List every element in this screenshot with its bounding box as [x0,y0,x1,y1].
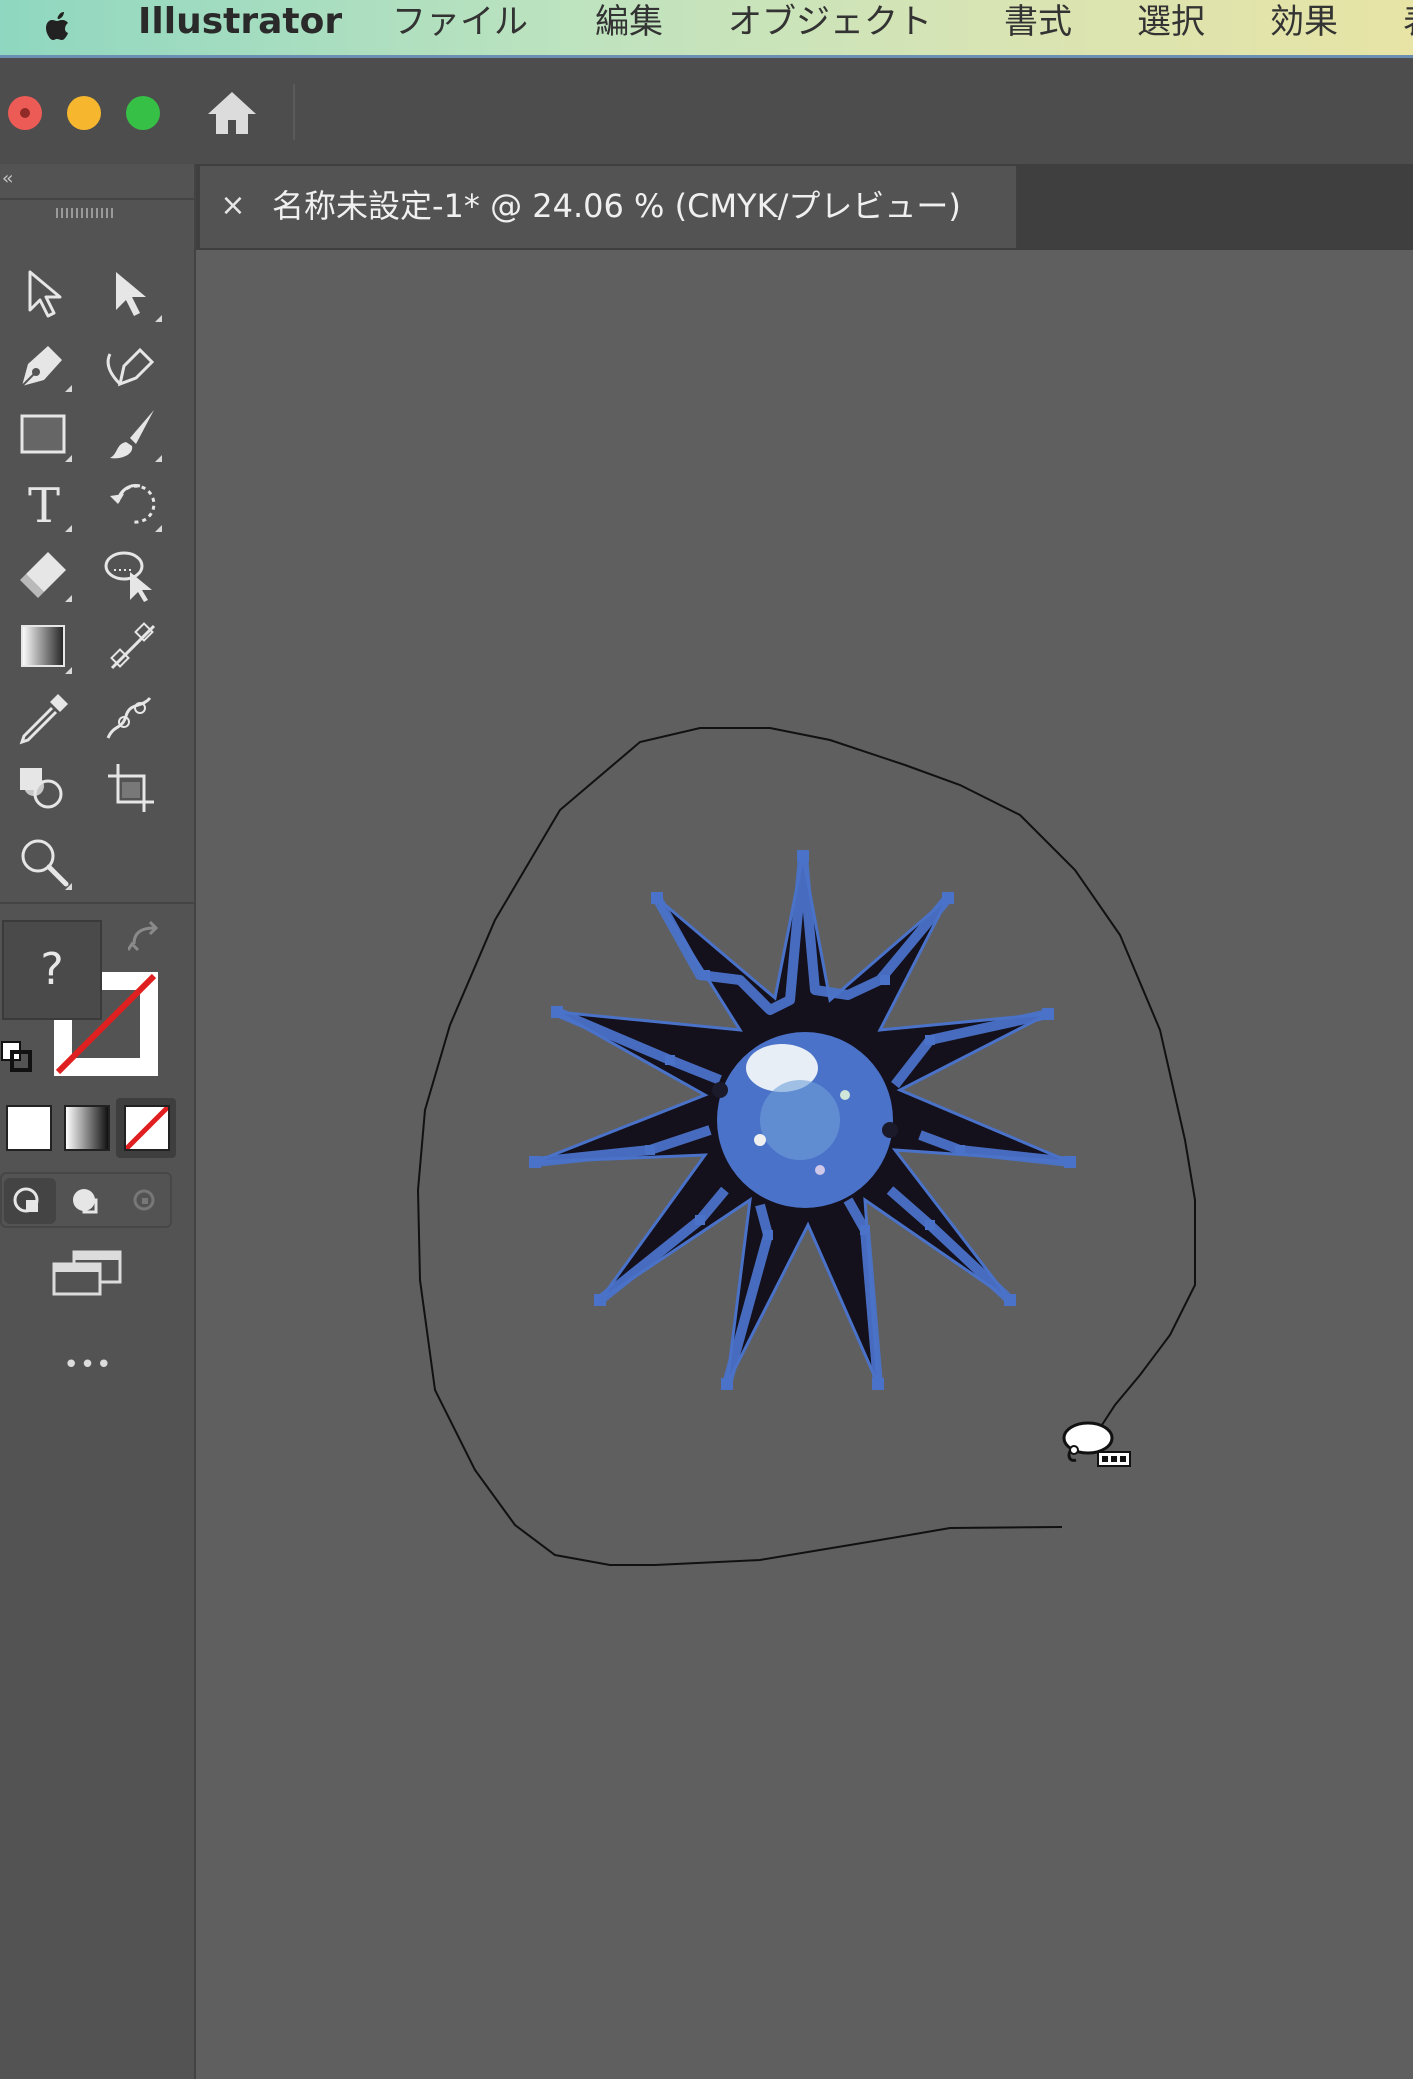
curvature-tool-icon[interactable] [100,334,160,394]
rectangle-tool-icon[interactable] [14,404,74,464]
home-icon[interactable] [204,88,260,138]
draw-behind-button[interactable] [60,1178,112,1224]
menu-edit[interactable]: 編集 [595,0,663,44]
shape-builder-tool-icon[interactable] [14,758,74,818]
swap-arrow-icon[interactable] [128,920,164,956]
rotate-tool-icon[interactable] [104,474,164,534]
app-menu-illustrator[interactable]: Illustrator [138,0,342,44]
color-mode-button[interactable] [6,1105,52,1151]
zoom-tool-icon[interactable] [14,832,74,892]
menu-bar: Illustrator ファイル 編集 オブジェクト 書式 選択 効果 表 [0,0,1413,58]
direct-selection-tool-icon[interactable] [104,264,164,324]
menu-effect[interactable]: 効果 [1270,0,1338,44]
menu-type[interactable]: 書式 [1004,0,1072,44]
minimize-window-button[interactable] [67,96,101,130]
type-tool-icon[interactable]: T [14,474,74,534]
menu-object[interactable]: オブジェクト [728,0,932,44]
close-tab-button[interactable]: × [218,186,248,226]
document-tab-title: 名称未設定-1* @ 24.06 % (CMYK/プレビュー) [272,187,961,225]
fill-swatch[interactable]: ? [2,920,102,1020]
puppet-warp-tool-icon[interactable] [100,688,160,748]
selection-tool-icon[interactable] [14,264,74,324]
eraser-tool-icon[interactable] [14,544,74,604]
blend-tool-icon[interactable] [104,616,164,676]
none-mode-button[interactable] [124,1105,170,1151]
draw-normal-button[interactable] [4,1178,56,1224]
gradient-mode-button[interactable] [64,1105,110,1151]
svg-text:T: T [28,478,60,534]
collapse-panel-icon[interactable]: ‹‹ [2,168,14,189]
menu-view[interactable]: 表 [1403,0,1413,44]
zoom-window-button[interactable] [126,96,160,130]
tools-divider [0,902,194,904]
pen-tool-icon[interactable] [14,334,74,394]
close-window-button[interactable] [8,96,42,130]
star-speck [754,1134,766,1146]
panel-grip-icon[interactable] [56,208,116,218]
eyedropper-tool-icon[interactable] [14,688,74,748]
menu-select[interactable]: 選択 [1137,0,1205,44]
star-speck [882,1122,898,1138]
panel-header-divider [0,198,194,200]
star-speck [815,1165,825,1175]
artboard-tool-icon[interactable] [100,758,160,818]
menu-file[interactable]: ファイル [392,0,528,44]
screen-mode-icon[interactable] [52,1250,124,1298]
draw-inside-button[interactable] [116,1178,168,1224]
apple-menu-icon[interactable] [38,8,78,48]
illustrator-window: Illustrator ファイル 編集 オブジェクト 書式 選択 効果 表 ‹‹ [0,0,1413,2079]
gradient-tool-icon[interactable] [14,616,74,676]
default-fill-stroke-icon[interactable] [0,1040,36,1076]
star-speck [840,1090,850,1100]
title-separator [293,84,295,140]
star-speck [712,1082,728,1098]
lasso-tool-icon[interactable] [100,544,160,604]
edit-toolbar-button[interactable]: ••• [58,1350,118,1380]
star-core [760,1080,840,1160]
paintbrush-tool-icon[interactable] [104,404,164,464]
